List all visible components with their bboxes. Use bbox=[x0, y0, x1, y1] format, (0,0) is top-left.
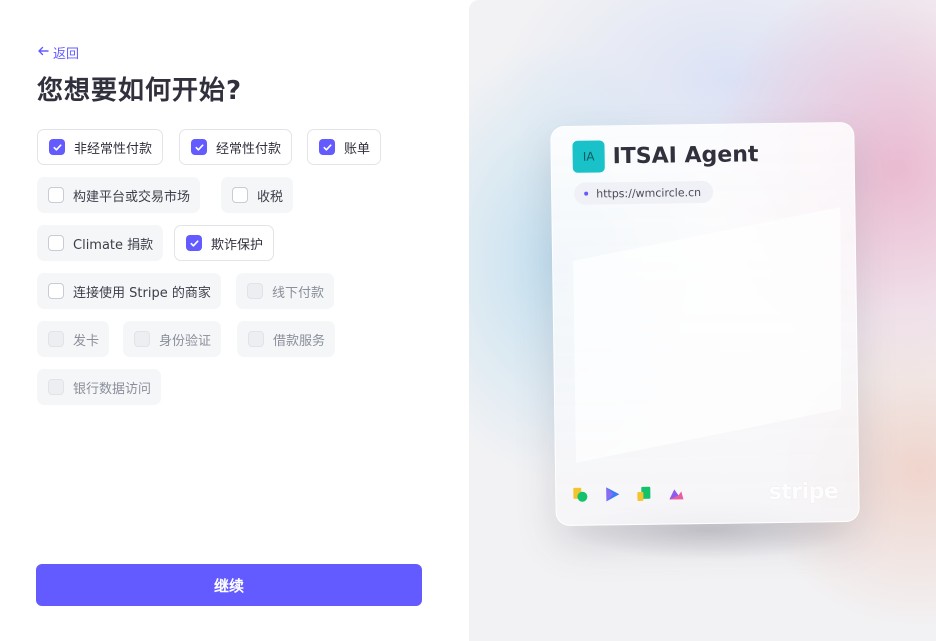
option-label: 非经常性付款 bbox=[74, 141, 153, 157]
business-logo: IA bbox=[572, 140, 605, 173]
option-label: 线下付款 bbox=[272, 285, 325, 301]
option-label: 连接使用 Stripe 的商家 bbox=[73, 285, 211, 301]
arrow-left-icon bbox=[37, 45, 49, 61]
checkbox-disabled-icon bbox=[48, 379, 64, 395]
option-issuing: 发卡 bbox=[37, 321, 110, 357]
business-url: https://wmcircle.cn bbox=[574, 180, 714, 205]
option-label: 构建平台或交易市场 bbox=[73, 189, 191, 205]
option-label: Climate 捐款 bbox=[73, 237, 154, 253]
radar-icon bbox=[668, 485, 684, 505]
continue-button[interactable]: 继续 bbox=[36, 564, 422, 606]
checkbox-checked-icon bbox=[49, 139, 65, 155]
preview-card: IA ITSAI Agent https://wmcircle.cn strip… bbox=[550, 121, 860, 527]
option-tax[interactable]: 收税 bbox=[221, 177, 294, 213]
back-link[interactable]: 返回 bbox=[37, 43, 79, 62]
left-panel: 返回 您想要如何开始? 非经常性付款 经常性付款 账单 构建平台或交易市场 收税… bbox=[0, 0, 469, 641]
option-label: 经常性付款 bbox=[216, 141, 282, 157]
option-label: 收税 bbox=[257, 189, 284, 205]
checkbox-disabled-icon bbox=[134, 331, 150, 347]
option-climate[interactable]: Climate 捐款 bbox=[37, 225, 164, 261]
option-label: 银行数据访问 bbox=[73, 381, 152, 397]
option-label: 身份验证 bbox=[159, 333, 212, 349]
option-in-person-payments: 线下付款 bbox=[236, 273, 335, 309]
option-platform-marketplace[interactable]: 构建平台或交易市场 bbox=[37, 177, 201, 213]
checkbox-disabled-icon bbox=[48, 331, 64, 347]
payments-icon bbox=[572, 487, 588, 507]
business-url-text: https://wmcircle.cn bbox=[596, 185, 702, 201]
option-connect-stripe-merchants[interactable]: 连接使用 Stripe 的商家 bbox=[37, 273, 221, 309]
option-label: 发卡 bbox=[73, 333, 100, 349]
product-icons bbox=[572, 485, 684, 507]
billing-icon bbox=[636, 486, 652, 506]
checkbox-checked-icon bbox=[191, 139, 207, 155]
option-invoicing[interactable]: 账单 bbox=[307, 129, 382, 165]
checkbox-empty-icon bbox=[232, 187, 248, 203]
back-label: 返回 bbox=[53, 47, 80, 62]
checkbox-checked-icon bbox=[319, 139, 335, 155]
page-title: 您想要如何开始? bbox=[37, 76, 243, 106]
option-capital: 借款服务 bbox=[237, 321, 336, 357]
checkbox-disabled-icon bbox=[248, 331, 264, 347]
checkbox-disabled-icon bbox=[247, 283, 263, 299]
checkbox-checked-icon bbox=[186, 235, 202, 251]
option-label: 借款服务 bbox=[273, 333, 326, 349]
checkbox-empty-icon bbox=[48, 187, 64, 203]
option-label: 欺诈保护 bbox=[211, 237, 264, 253]
option-one-time-payments[interactable]: 非经常性付款 bbox=[37, 129, 164, 165]
stripe-logo: stripe bbox=[768, 479, 839, 506]
option-financial-connections: 银行数据访问 bbox=[37, 369, 162, 405]
business-name: ITSAI Agent bbox=[612, 142, 759, 170]
option-fraud-protection[interactable]: 欺诈保护 bbox=[174, 225, 275, 261]
preview-panel: IA ITSAI Agent https://wmcircle.cn strip… bbox=[469, 0, 936, 641]
option-label: 账单 bbox=[344, 141, 371, 157]
checkbox-empty-icon bbox=[48, 283, 64, 299]
preview-placeholder-panel bbox=[573, 207, 842, 463]
checkout-icon bbox=[604, 486, 620, 506]
checkbox-empty-icon bbox=[48, 235, 64, 251]
option-identity: 身份验证 bbox=[123, 321, 222, 357]
url-dot-icon bbox=[584, 191, 589, 196]
option-recurring-payments[interactable]: 经常性付款 bbox=[179, 129, 293, 165]
